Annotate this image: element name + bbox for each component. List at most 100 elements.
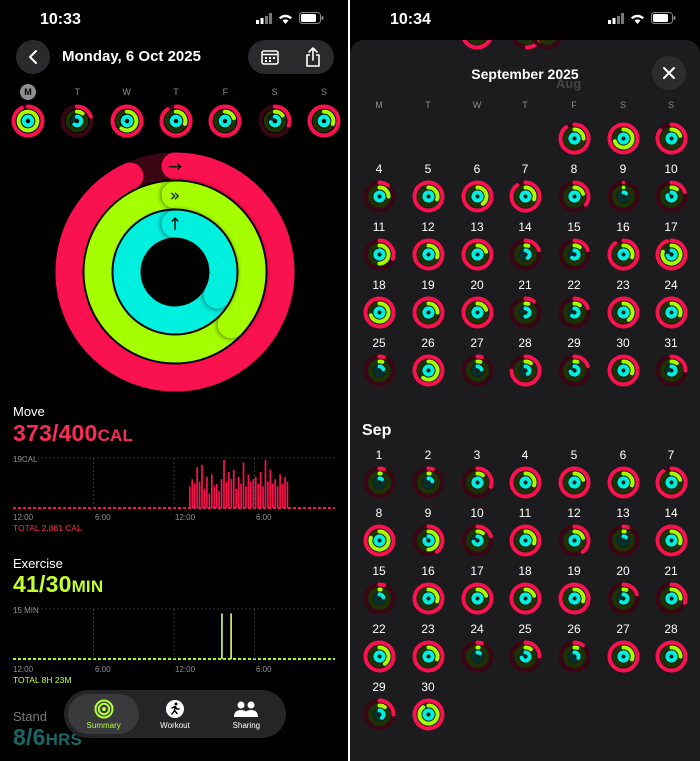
calendar-day[interactable]: 10 <box>647 162 695 218</box>
calendar-day[interactable]: 6 <box>453 162 501 218</box>
calendar-day[interactable]: 12 <box>404 220 452 276</box>
calendar-day[interactable]: 25 <box>501 622 549 678</box>
calendar-day[interactable]: 17 <box>453 564 501 620</box>
calendar-day[interactable]: 18 <box>355 278 403 334</box>
calendar-day-ring <box>606 354 640 387</box>
tab-workout[interactable]: Workout <box>139 694 210 734</box>
chart-bar <box>264 460 267 508</box>
calendar-day[interactable]: 28 <box>647 622 695 678</box>
calendar-day[interactable]: 27 <box>599 622 647 678</box>
dow-label: T <box>522 100 528 110</box>
calendar-day[interactable]: 13 <box>599 506 647 562</box>
chart-bar <box>284 476 286 508</box>
chart-bar <box>206 476 208 508</box>
calendar-button[interactable] <box>248 40 291 74</box>
calendar-day[interactable]: 19 <box>404 278 452 334</box>
calendar-day-number: 8 <box>375 506 383 520</box>
week-day-5[interactable]: S <box>255 84 295 138</box>
calendar-day[interactable]: 22 <box>550 278 598 334</box>
calendar-day[interactable] <box>550 104 598 160</box>
week-day-2[interactable]: W <box>107 84 147 138</box>
calendar-day[interactable]: 12 <box>550 506 598 562</box>
week-day-4[interactable]: F <box>205 84 245 138</box>
calendar-day[interactable]: 4 <box>355 162 403 218</box>
calendar-day-ring <box>460 466 494 499</box>
calendar-day[interactable]: 17 <box>647 220 695 276</box>
move-value-number: 373/400 <box>13 420 98 446</box>
calendar-day[interactable]: 26 <box>550 622 598 678</box>
back-button[interactable] <box>16 40 50 74</box>
calendar-day[interactable]: 18 <box>501 564 549 620</box>
calendar-day[interactable]: 3 <box>453 448 501 504</box>
calendar-day-number: 6 <box>473 162 481 176</box>
calendar-day[interactable]: 2 <box>404 448 452 504</box>
calendar-day[interactable]: 1 <box>355 448 403 504</box>
chart-bar <box>252 479 255 508</box>
calendar-day[interactable]: 21 <box>501 278 549 334</box>
calendar-day-number: 14 <box>664 506 678 520</box>
calendar-day-ring <box>362 698 396 731</box>
tab-sharing[interactable]: Sharing <box>211 694 282 734</box>
calendar-day[interactable]: 27 <box>453 336 501 392</box>
calendar-day[interactable]: 22 <box>355 622 403 678</box>
week-day-label: M <box>20 84 36 100</box>
week-day-0[interactable]: M <box>8 84 48 138</box>
calendar-day[interactable]: 6 <box>599 448 647 504</box>
week-strip: MTWTFSS <box>8 84 344 138</box>
calendar-day[interactable]: 20 <box>453 278 501 334</box>
battery-icon <box>299 12 324 24</box>
calendar-day[interactable]: 16 <box>404 564 452 620</box>
calendar-day[interactable]: 7 <box>647 448 695 504</box>
calendar-day[interactable]: 5 <box>550 448 598 504</box>
calendar-day[interactable]: 29 <box>355 680 403 736</box>
week-day-ring <box>159 104 193 138</box>
chart-bar <box>271 484 274 508</box>
week-day-1[interactable]: T <box>57 84 97 138</box>
stand-ring-overlap <box>161 210 237 309</box>
share-button[interactable] <box>291 40 334 74</box>
week-day-6[interactable]: S <box>304 84 344 138</box>
calendar-day[interactable] <box>599 104 647 160</box>
calendar-day[interactable]: 31 <box>647 336 695 392</box>
calendar-day[interactable]: 21 <box>647 564 695 620</box>
calendar-day-number: 13 <box>470 220 484 234</box>
calendar-day[interactable]: 24 <box>453 622 501 678</box>
close-button[interactable] <box>652 56 686 90</box>
calendar-day[interactable]: 29 <box>550 336 598 392</box>
calendar-day[interactable]: 5 <box>404 162 452 218</box>
calendar-day[interactable]: 24 <box>647 278 695 334</box>
calendar-day-number: 3 <box>473 448 481 462</box>
calendar-day[interactable]: 15 <box>550 220 598 276</box>
exercise-tick-4: 6:00 <box>256 665 272 674</box>
calendar-day[interactable]: 28 <box>501 336 549 392</box>
calendar-day[interactable]: 9 <box>599 162 647 218</box>
calendar-day[interactable]: 8 <box>355 506 403 562</box>
calendar-day[interactable]: 10 <box>453 506 501 562</box>
calendar-day[interactable]: 7 <box>501 162 549 218</box>
calendar-day[interactable]: 23 <box>599 278 647 334</box>
calendar-day[interactable]: 25 <box>355 336 403 392</box>
chart-bar <box>257 484 260 508</box>
calendar-day[interactable]: 14 <box>647 506 695 562</box>
calendar-day[interactable]: 30 <box>404 680 452 736</box>
chart-bar <box>198 481 201 508</box>
calendar-day[interactable]: 26 <box>404 336 452 392</box>
tab-summary[interactable]: Summary <box>68 694 140 734</box>
calendar-day[interactable]: 15 <box>355 564 403 620</box>
calendar-day[interactable]: 16 <box>599 220 647 276</box>
calendar-day[interactable]: 11 <box>355 220 403 276</box>
calendar-day[interactable] <box>647 104 695 160</box>
calendar-day[interactable]: 9 <box>404 506 452 562</box>
chart-bar <box>242 462 245 508</box>
calendar-day[interactable]: 4 <box>501 448 549 504</box>
calendar-day[interactable]: 30 <box>599 336 647 392</box>
week-day-3[interactable]: T <box>156 84 196 138</box>
calendar-day[interactable]: 11 <box>501 506 549 562</box>
calendar-day[interactable]: 13 <box>453 220 501 276</box>
calendar-day[interactable]: 23 <box>404 622 452 678</box>
calendar-day[interactable]: 19 <box>550 564 598 620</box>
calendar-day[interactable]: 20 <box>599 564 647 620</box>
calendar-day-number: 4 <box>375 162 383 176</box>
calendar-day[interactable]: 14 <box>501 220 549 276</box>
calendar-day[interactable]: 8 <box>550 162 598 218</box>
